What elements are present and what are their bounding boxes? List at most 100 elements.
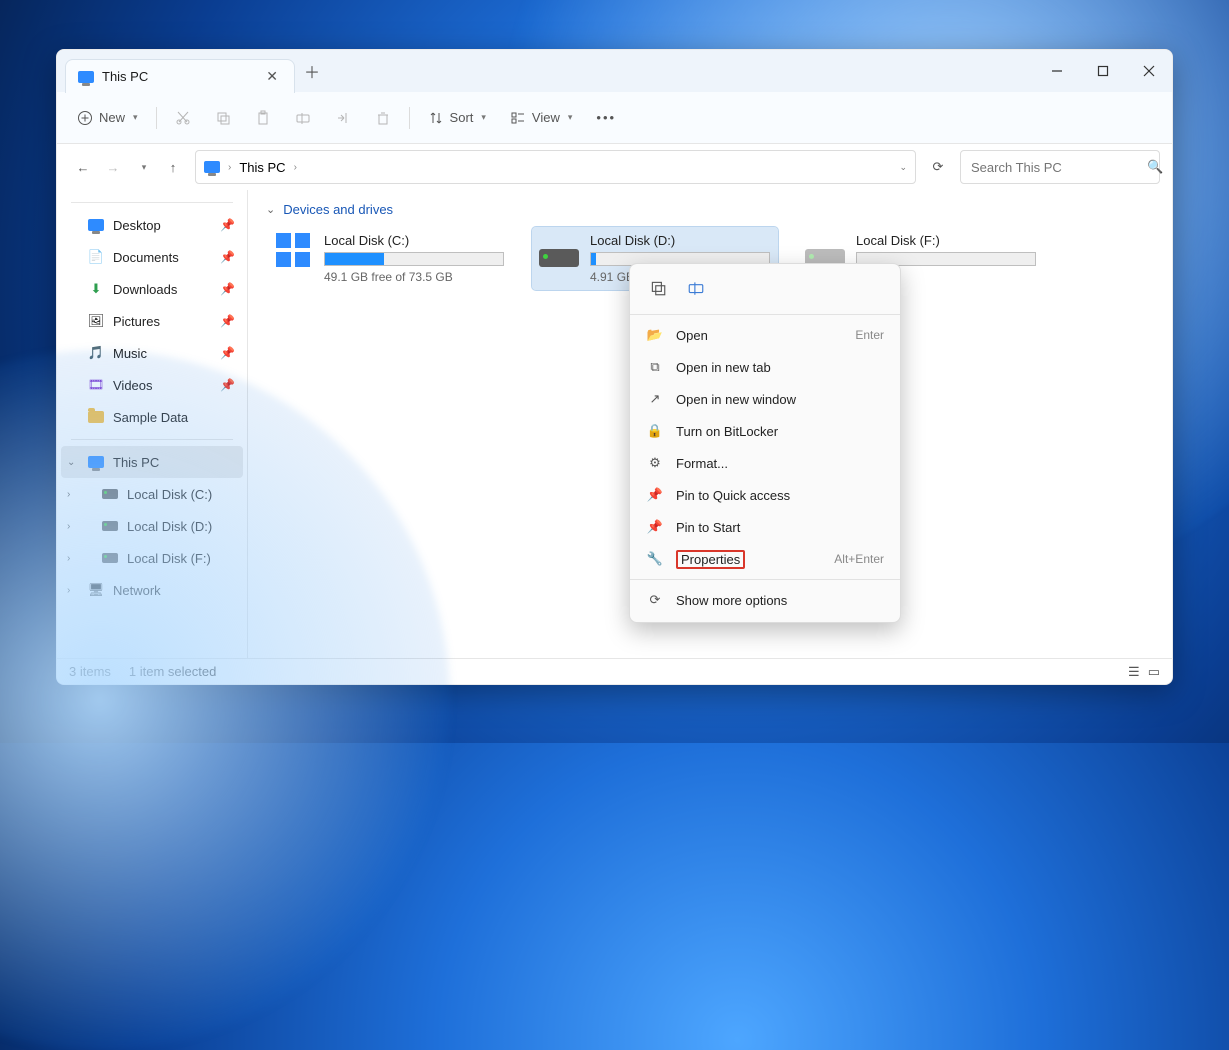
drive-usage-text: 49.1 GB free of 73.5 GB <box>324 270 506 284</box>
ctx-properties[interactable]: 🔧PropertiesAlt+Enter <box>630 543 900 575</box>
delete-button[interactable] <box>365 101 401 135</box>
format-icon: ⚙ <box>646 455 664 471</box>
drive-label: Local Disk (F:) <box>856 233 1038 248</box>
sort-button[interactable]: Sort▾ <box>418 101 496 135</box>
more-icon: ⟳ <box>646 592 664 608</box>
chevron-right-icon: › <box>294 162 297 173</box>
chevron-right-icon[interactable]: › <box>67 489 70 500</box>
view-icon <box>510 110 526 126</box>
titlebar: This PC ✕ ＋ <box>57 50 1172 92</box>
this-pc-icon <box>87 454 105 470</box>
sidebar-item-this-pc[interactable]: ⌄This PC <box>61 446 243 478</box>
drive-icon <box>101 518 119 534</box>
open-window-icon: ↗ <box>646 391 664 407</box>
chevron-down-icon[interactable]: ⌄ <box>67 457 75 468</box>
status-item-count: 3 items <box>69 664 111 679</box>
recent-locations-button[interactable]: ▾ <box>129 153 157 181</box>
ctx-bitlocker[interactable]: 🔒Turn on BitLocker <box>630 415 900 447</box>
sidebar-item-network[interactable]: ›🖥Network <box>61 574 243 606</box>
view-button[interactable]: View▾ <box>500 101 582 135</box>
sidebar-item-music[interactable]: 🎵Music📌 <box>61 337 243 369</box>
drive-label: Local Disk (C:) <box>324 233 506 248</box>
group-header-devices[interactable]: ⌄ Devices and drives <box>266 202 1154 217</box>
windows-drive-icon <box>272 233 314 267</box>
refresh-button[interactable]: ⟳ <box>924 153 952 181</box>
pin-icon: 📌 <box>220 378 235 392</box>
drive-icon <box>538 233 580 267</box>
ctx-format[interactable]: ⚙Format... <box>630 447 900 479</box>
cut-button[interactable] <box>165 101 201 135</box>
search-box[interactable]: 🔍 <box>960 150 1160 184</box>
up-button[interactable]: ↑ <box>159 153 187 181</box>
address-bar[interactable]: › This PC › ⌄ <box>195 150 916 184</box>
new-button[interactable]: New▾ <box>67 101 148 135</box>
properties-highlight: Properties <box>676 550 745 569</box>
details-view-button[interactable]: ☰ <box>1128 664 1140 680</box>
navigation-row: ← → ▾ ↑ › This PC › ⌄ ⟳ 🔍 <box>57 144 1172 190</box>
maximize-button[interactable] <box>1080 50 1126 92</box>
chevron-down-icon[interactable]: ⌄ <box>899 162 907 173</box>
copy-button[interactable] <box>205 101 241 135</box>
chevron-right-icon[interactable]: › <box>67 585 70 596</box>
sidebar-item-drive-f[interactable]: ›Local Disk (F:) <box>61 542 243 574</box>
drive-icon <box>101 550 119 566</box>
minimize-button[interactable] <box>1034 50 1080 92</box>
status-bar: 3 items 1 item selected ☰ ▭ <box>57 658 1172 684</box>
copy-icon <box>215 110 231 126</box>
chevron-right-icon[interactable]: › <box>67 553 70 564</box>
ctx-copy-button[interactable] <box>646 276 670 300</box>
tiles-view-button[interactable]: ▭ <box>1148 664 1160 680</box>
ctx-show-more-options[interactable]: ⟳Show more options <box>630 584 900 616</box>
forward-button[interactable]: → <box>99 153 127 181</box>
ctx-pin-start[interactable]: 📌Pin to Start <box>630 511 900 543</box>
downloads-icon: ⬇ <box>87 281 105 297</box>
usage-bar <box>324 252 504 266</box>
sort-icon <box>428 110 444 126</box>
sidebar-item-documents[interactable]: 📄Documents📌 <box>61 241 243 273</box>
ctx-rename-button[interactable] <box>684 276 708 300</box>
sidebar-item-desktop[interactable]: Desktop📌 <box>61 209 243 241</box>
plus-circle-icon <box>77 110 93 126</box>
close-button[interactable] <box>1126 50 1172 92</box>
pin-icon: 📌 <box>646 487 664 503</box>
drive-icon <box>804 233 846 267</box>
new-tab-button[interactable]: ＋ <box>295 59 329 83</box>
ctx-open[interactable]: 📂OpenEnter <box>630 319 900 351</box>
rename-button[interactable] <box>285 101 321 135</box>
sidebar-item-downloads[interactable]: ⬇Downloads📌 <box>61 273 243 305</box>
rename-icon <box>295 110 311 126</box>
sidebar-item-drive-c[interactable]: ›Local Disk (C:) <box>61 478 243 510</box>
close-tab-icon[interactable]: ✕ <box>262 68 282 85</box>
more-button[interactable]: ••• <box>586 101 626 135</box>
status-selection: 1 item selected <box>129 664 216 679</box>
network-icon: 🖥 <box>87 582 105 598</box>
drive-item-c[interactable]: Local Disk (C:) 49.1 GB free of 73.5 GB <box>266 227 512 290</box>
ctx-open-new-window[interactable]: ↗Open in new window <box>630 383 900 415</box>
ctx-pin-quick-access[interactable]: 📌Pin to Quick access <box>630 479 900 511</box>
sidebar-item-drive-d[interactable]: ›Local Disk (D:) <box>61 510 243 542</box>
pin-icon: 📌 <box>220 218 235 232</box>
share-button[interactable] <box>325 101 361 135</box>
tab-this-pc[interactable]: This PC ✕ <box>65 59 295 93</box>
pin-icon: 📌 <box>646 519 664 535</box>
window-controls <box>1034 50 1172 92</box>
music-icon: 🎵 <box>87 345 105 361</box>
ctx-open-new-tab[interactable]: ⧉Open in new tab <box>630 351 900 383</box>
file-explorer-window: This PC ✕ ＋ New▾ Sort▾ View▾ ••• ← → <box>56 49 1173 685</box>
chevron-down-icon: ⌄ <box>266 203 275 216</box>
sidebar-item-videos[interactable]: 🎞Videos📌 <box>61 369 243 401</box>
chevron-right-icon[interactable]: › <box>67 521 70 532</box>
search-icon: 🔍 <box>1147 159 1163 175</box>
navigation-pane: Desktop📌 📄Documents📌 ⬇Downloads📌 🖼Pictur… <box>57 190 247 658</box>
search-input[interactable] <box>971 160 1147 175</box>
command-bar: New▾ Sort▾ View▾ ••• <box>57 92 1172 144</box>
desktop-icon <box>87 217 105 233</box>
pin-icon: 📌 <box>220 250 235 264</box>
paste-button[interactable] <box>245 101 281 135</box>
sidebar-item-sample-data[interactable]: Sample Data <box>61 401 243 433</box>
breadcrumb[interactable]: This PC <box>239 160 285 175</box>
videos-icon: 🎞 <box>87 377 105 393</box>
back-button[interactable]: ← <box>69 153 97 181</box>
pin-icon: 📌 <box>220 346 235 360</box>
sidebar-item-pictures[interactable]: 🖼Pictures📌 <box>61 305 243 337</box>
